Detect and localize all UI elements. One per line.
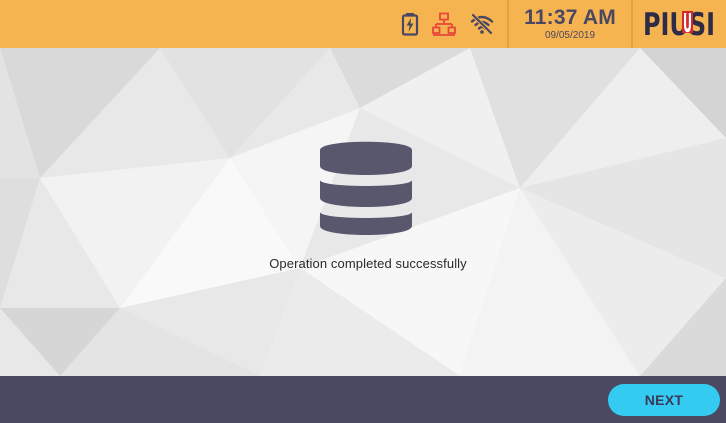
battery-charging-icon xyxy=(401,13,419,36)
svg-text:U: U xyxy=(683,9,692,39)
clock-date: 09/05/2019 xyxy=(544,30,596,41)
clock: 11:37 AM 09/05/2019 xyxy=(509,0,631,48)
wifi-off-icon xyxy=(470,13,494,35)
main-panel: Operation completed successfully xyxy=(0,48,726,376)
status-message: Operation completed successfully xyxy=(269,256,467,271)
clock-time: 11:37 AM xyxy=(524,6,616,29)
piusi-logo: PIUSI U xyxy=(643,7,717,42)
next-button[interactable]: NEXT xyxy=(608,384,720,416)
bottom-bar: NEXT xyxy=(0,376,726,423)
divider xyxy=(631,0,633,48)
network-icon xyxy=(432,12,456,36)
database-icon xyxy=(320,141,412,235)
svg-text:PIUSI: PIUSI xyxy=(643,7,715,42)
screen: 11:37 AM 09/05/2019 PIUSI U Operation co… xyxy=(0,0,726,423)
status-bar: 11:37 AM 09/05/2019 PIUSI U xyxy=(0,0,726,48)
